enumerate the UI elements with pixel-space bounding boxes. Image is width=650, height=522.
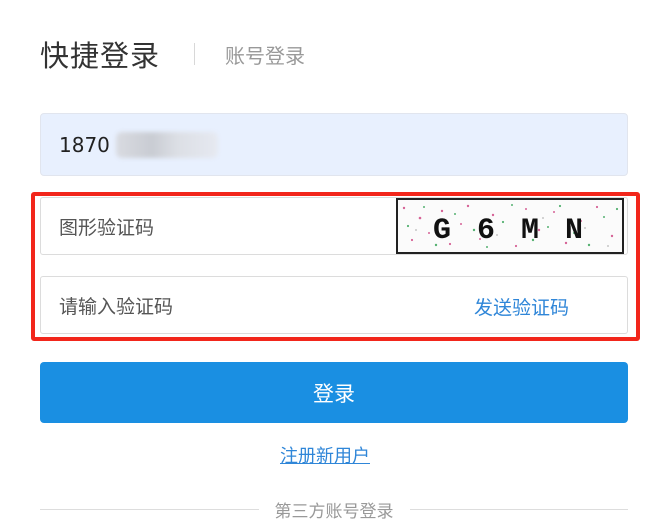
third-party-divider: 第三方账号登录 xyxy=(40,497,628,522)
tab-quick-login[interactable]: 快捷登录 xyxy=(40,33,160,75)
tab-account-login[interactable]: 账号登录 xyxy=(225,40,305,69)
third-party-login-label: 第三方账号登录 xyxy=(274,501,394,522)
register-link[interactable]: 注册新用户 xyxy=(280,446,370,467)
divider-line-right xyxy=(409,508,628,510)
highlight-box xyxy=(31,192,640,341)
redacted-digits-blur xyxy=(115,131,218,158)
phone-input[interactable]: 1870 xyxy=(40,113,628,176)
divider-line-left xyxy=(40,508,259,510)
register-row: 注册新用户 xyxy=(0,442,650,468)
login-button[interactable]: 登录 xyxy=(40,362,628,423)
login-tabs: 快捷登录 账号登录 xyxy=(40,34,305,74)
tab-divider xyxy=(194,43,196,65)
phone-input-value: 1870 xyxy=(59,132,110,157)
